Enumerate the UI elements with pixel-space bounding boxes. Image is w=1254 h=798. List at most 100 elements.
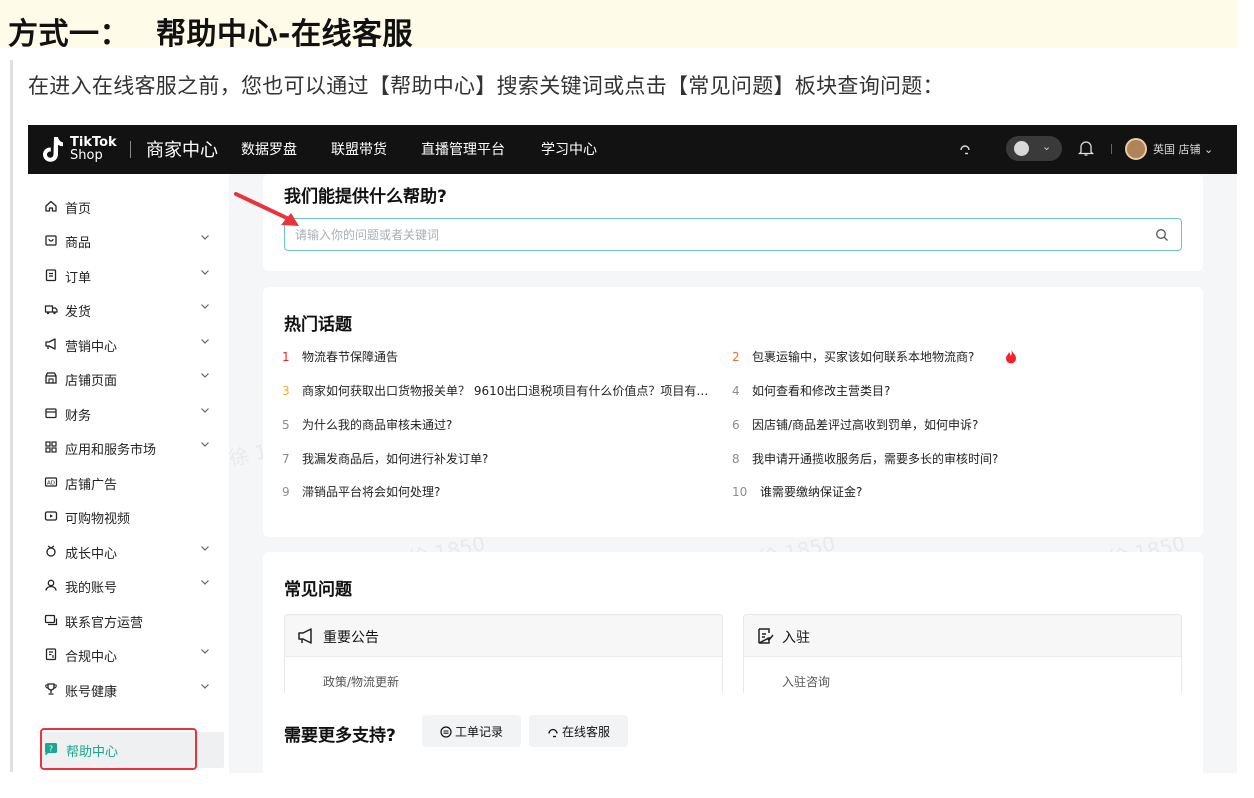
chevron-down-icon: ⌄ [1204, 143, 1214, 156]
sidebar-item-label: 财务 [65, 409, 92, 424]
hot-topic-item[interactable]: 6 因店铺/商品差评过高收到罚单，如何申诉? [732, 416, 978, 433]
chevron-down-icon [201, 270, 209, 275]
sidebar-item[interactable]: 联系官方运营 [28, 605, 229, 639]
screenshot-panel: 徐 1850 徐 1850 徐 1850 徐 1850 徐 1850 徐 185… [28, 125, 1237, 773]
faq-box-sublink[interactable]: 政策/物流更新 [323, 673, 399, 690]
hot-topic-item[interactable]: 9 滞销品平台将会如何处理? [282, 483, 440, 500]
online-service-button[interactable]: 在线客服 [529, 715, 628, 747]
hot-topic-item[interactable]: 3 商家如何获取出口货物报关单？ 9610出口退税项目有什么价值点？项目有… [282, 382, 708, 399]
chevron-down-icon [201, 546, 209, 551]
topic-text: 物流春节保障通告 [302, 350, 399, 364]
tiktok-shop-logo[interactable]: TikTok Shop [42, 136, 132, 164]
sidebar-item-label: 我的账号 [65, 581, 118, 596]
more-support-bar: 需要更多支持? 工单记录 在线客服 [263, 693, 1203, 773]
chevron-down-icon: ⌄ [1042, 140, 1052, 153]
bell-icon[interactable] [1078, 139, 1094, 157]
topic-text: 为什么我的商品审核未通过? [302, 418, 453, 432]
topic-rank: 1 [282, 350, 290, 364]
order-icon [45, 269, 57, 282]
hot-topic-item[interactable]: 2 包裹运输中，买家该如何联系本地物流商? [732, 348, 974, 365]
chevron-down-icon [201, 304, 209, 309]
nav-learning-center[interactable]: 学习中心 [541, 139, 597, 159]
chat-bubble-icon [1014, 141, 1029, 156]
sidebar-item-label: 可购物视频 [65, 512, 131, 527]
sidebar-item-label: 首页 [65, 202, 92, 217]
store-selector[interactable]: 英国 店铺 ⌄ [1153, 141, 1213, 157]
hot-topic-item[interactable]: 10 谁需要缴纳保证金? [732, 483, 862, 500]
checklist-icon [758, 628, 774, 644]
store-icon [45, 372, 57, 384]
hot-topic-item[interactable]: 5 为什么我的商品审核未通过? [282, 416, 452, 433]
chat-icon [44, 614, 58, 626]
sidebar-item-label: 营销中心 [65, 340, 118, 355]
help-search-box [284, 218, 1182, 251]
avatar[interactable] [1125, 138, 1147, 160]
heading-prefix: 方式一： [8, 17, 130, 52]
search-icon[interactable] [1155, 228, 1169, 242]
sidebar-item[interactable]: 成长中心 [28, 536, 229, 570]
chevron-down-icon [201, 339, 209, 344]
truck-icon [44, 305, 58, 315]
topic-rank: 10 [732, 485, 748, 499]
home-icon [45, 200, 57, 212]
faq-title: 常见问题 [284, 580, 352, 600]
faq-box-sublink[interactable]: 入驻咨询 [782, 673, 830, 690]
sidebar-item[interactable]: 发货 [28, 294, 229, 328]
chevron-down-icon [201, 373, 209, 378]
nav-data-compass[interactable]: 数据罗盘 [241, 139, 297, 159]
sidebar-item[interactable]: 店铺页面 [28, 363, 229, 397]
headset-icon [548, 728, 558, 738]
heading-title: 帮助中心-在线客服 [156, 17, 413, 52]
sidebar-item[interactable]: 商品 [28, 225, 229, 259]
nav-live-platform[interactable]: 直播管理平台 [421, 139, 505, 159]
red-arrow-annotation [234, 192, 299, 226]
product-icon [45, 235, 57, 246]
topic-rank: 3 [282, 384, 290, 398]
topic-rank: 9 [282, 485, 290, 499]
trophy-icon [45, 683, 57, 695]
sidebar-item[interactable]: 我的账号 [28, 570, 229, 604]
faq-box-announcements[interactable]: 重要公告 政策/物流更新 [284, 614, 723, 704]
topic-text: 如何查看和修改主营类目? [752, 384, 891, 398]
sidebar-item[interactable]: 营销中心 [28, 329, 229, 363]
sidebar-item[interactable]: AD 店铺广告 [28, 467, 229, 501]
topic-rank: 6 [732, 418, 740, 432]
topic-text: 因店铺/商品差评过高收到罚单，如何申诉? [752, 418, 979, 432]
ticket-records-button[interactable]: 工单记录 [422, 715, 521, 747]
top-bar: TikTok Shop 商家中心 数据罗盘 联盟带货 直播管理平台 学习中心 ⌄… [28, 125, 1237, 174]
scrollbar[interactable] [1230, 174, 1237, 773]
hot-topic-item[interactable]: 1 物流春节保障通告 [282, 348, 398, 365]
sidebar-item-label: 订单 [65, 271, 92, 286]
ticket-records-label: 工单记录 [454, 725, 503, 739]
sidebar-item[interactable]: 首页 [28, 191, 229, 225]
sidebar: ? 帮助中心 首页 商品 订单 发货 营销中心 店铺页面 财务 应用和服务市场 AD 店铺广告 可购… [28, 174, 229, 773]
sidebar-item[interactable]: 合规中心 [28, 639, 229, 673]
hot-topic-item[interactable]: 8 我申请开通揽收服务后，需要多长的审核时间? [732, 450, 998, 467]
sidebar-item[interactable]: 订单 [28, 260, 229, 294]
megaphone-icon [45, 338, 56, 350]
hot-topic-item[interactable]: 7 我漏发商品后，如何进行补发订单? [282, 450, 488, 467]
topic-rank: 2 [732, 350, 740, 364]
help-search-input[interactable] [295, 225, 1135, 245]
help-center-highlight [40, 728, 197, 770]
chevron-down-icon [201, 235, 209, 240]
faq-box-label: 重要公告 [323, 630, 379, 646]
doc-paragraph: 在进入在线客服之前，您也可以通过【帮助中心】搜索关键词或点击【常见问题】板块查询… [28, 74, 944, 98]
nav-affiliate[interactable]: 联盟带货 [331, 139, 387, 159]
fire-icon [1006, 349, 1016, 364]
more-support-title: 需要更多支持? [284, 726, 396, 746]
topic-text: 滞销品平台将会如何处理? [302, 485, 441, 499]
chevron-down-icon [201, 684, 209, 689]
headset-icon[interactable] [958, 142, 972, 156]
chevron-down-icon [201, 649, 209, 654]
hot-topic-item[interactable]: 4 如何查看和修改主营类目? [732, 382, 890, 399]
sidebar-item[interactable]: 财务 [28, 398, 229, 432]
megaphone-icon [298, 628, 312, 644]
sidebar-item[interactable]: 可购物视频 [28, 501, 229, 535]
faq-box-onboarding[interactable]: 入驻 入驻咨询 [743, 614, 1182, 704]
sidebar-item[interactable]: 账号健康 [28, 674, 229, 708]
topic-rank: 8 [732, 452, 740, 466]
sidebar-item[interactable]: 应用和服务市场 [28, 432, 229, 466]
message-selector[interactable]: ⌄ [1006, 136, 1062, 161]
user-icon [45, 579, 57, 591]
